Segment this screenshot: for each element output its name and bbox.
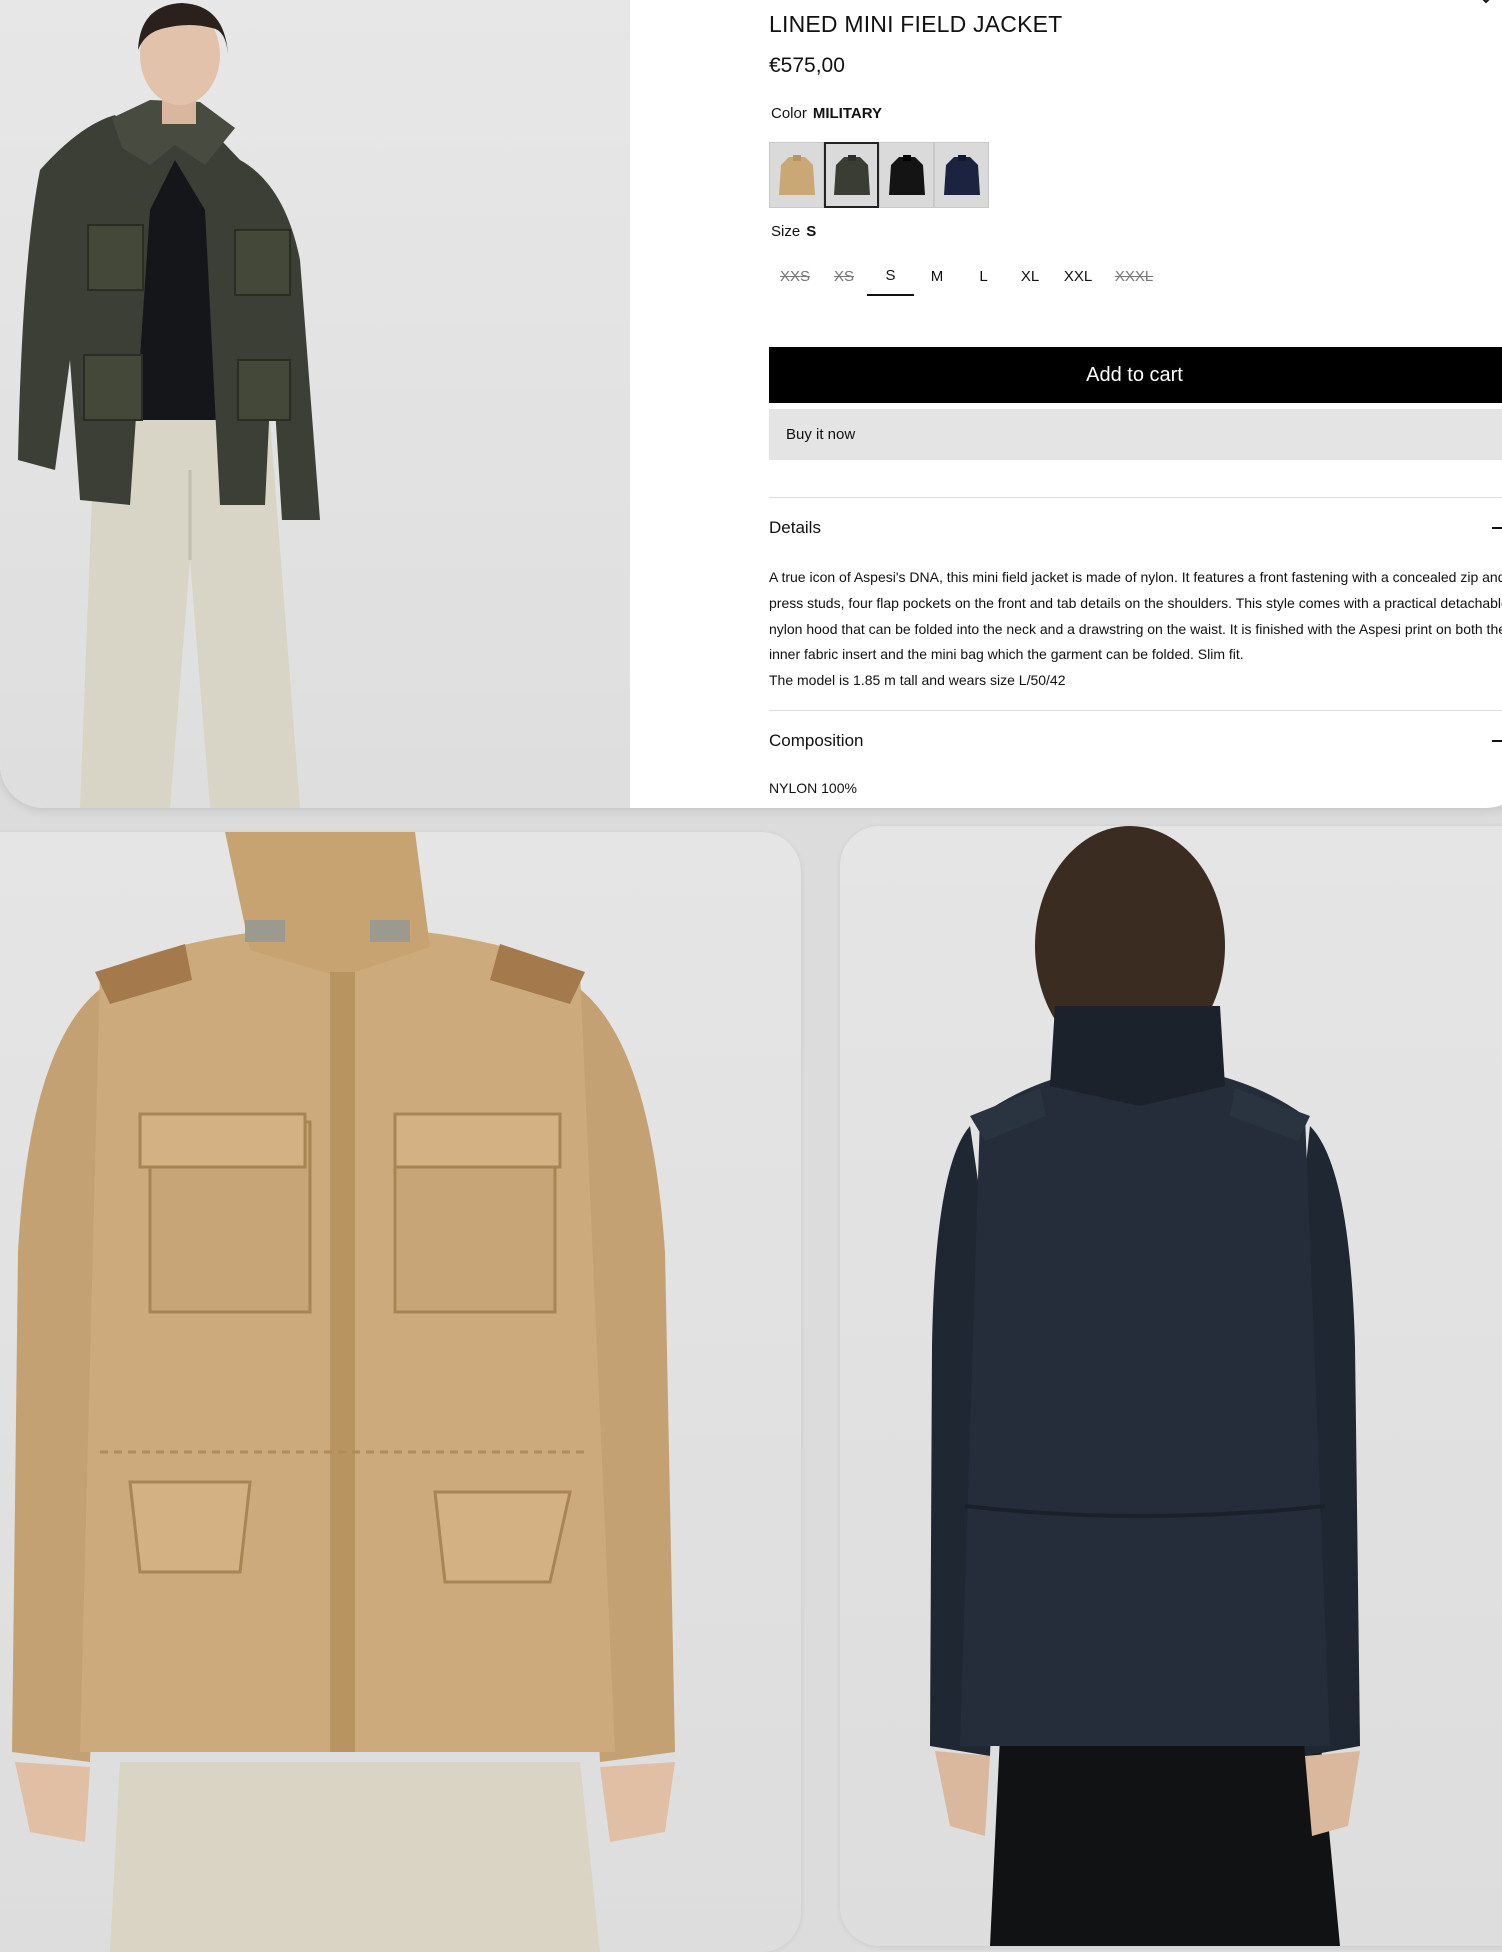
size-option-xxxl[interactable]: XXXL bbox=[1103, 256, 1165, 296]
divider bbox=[769, 497, 1502, 498]
color-swatch-military[interactable] bbox=[824, 142, 879, 208]
model-size-note: The model is 1.85 m tall and wears size … bbox=[769, 672, 1066, 689]
color-swatches bbox=[769, 142, 989, 208]
selected-color-name: MILITARY bbox=[812, 105, 883, 122]
gallery-photo-navy-back[interactable] bbox=[840, 826, 1502, 1946]
details-heading: Details bbox=[769, 518, 821, 537]
product-price: €575,00 bbox=[769, 54, 845, 77]
jacket-thumbnail-beige bbox=[778, 155, 815, 195]
buy-now-button[interactable]: Buy it now bbox=[769, 409, 1502, 460]
size-option-s[interactable]: S bbox=[867, 256, 914, 296]
details-description: A true icon of Aspesi's DNA, this mini f… bbox=[769, 565, 1502, 694]
size-option-xs[interactable]: XS bbox=[821, 256, 867, 296]
details-paragraph: A true icon of Aspesi's DNA, this mini f… bbox=[769, 569, 1502, 663]
product-title: LINED MINI FIELD JACKET bbox=[769, 11, 1063, 37]
size-option-xxl[interactable]: XXL bbox=[1053, 256, 1103, 296]
composition-heading: Composition bbox=[769, 731, 864, 750]
jacket-thumbnail-black bbox=[888, 155, 925, 195]
color-label: Color bbox=[771, 105, 807, 122]
model-military-jacket-illustration bbox=[18, 3, 320, 808]
composition-accordion-header[interactable]: Composition bbox=[769, 726, 1502, 756]
color-swatch-navy[interactable] bbox=[934, 142, 989, 208]
chevron-down-icon[interactable] bbox=[1478, 0, 1494, 8]
selected-size: S bbox=[806, 223, 817, 240]
color-swatch-black[interactable] bbox=[879, 142, 934, 208]
beige-jacket-front-illustration bbox=[12, 832, 675, 1952]
color-selector-label: Color MILITARY bbox=[771, 105, 882, 122]
product-card: LINED MINI FIELD JACKET €575,00 Color MIL… bbox=[0, 0, 1502, 808]
composition-value: NYLON 100% bbox=[769, 780, 857, 796]
jacket-thumbnail-navy bbox=[943, 155, 980, 195]
jacket-thumbnail-military bbox=[833, 155, 870, 195]
add-to-cart-button[interactable]: Add to cart bbox=[769, 347, 1502, 403]
divider bbox=[769, 710, 1502, 711]
navy-jacket-back-illustration bbox=[930, 826, 1360, 1946]
main-product-photo[interactable] bbox=[0, 0, 630, 808]
size-option-m[interactable]: M bbox=[914, 256, 960, 296]
color-swatch-beige[interactable] bbox=[769, 142, 824, 208]
details-accordion-header[interactable]: Details bbox=[769, 513, 1502, 543]
size-selector-label: Size S bbox=[771, 223, 816, 240]
collapse-minus-icon[interactable] bbox=[1492, 527, 1502, 529]
gallery-photo-beige-front[interactable] bbox=[0, 832, 801, 1952]
collapse-minus-icon[interactable] bbox=[1492, 740, 1502, 742]
size-label: Size bbox=[771, 223, 801, 240]
size-option-l[interactable]: L bbox=[960, 256, 1007, 296]
size-option-xxs[interactable]: XXS bbox=[769, 256, 821, 296]
size-options: XXS XS S M L XL XXL XXXL bbox=[769, 256, 1165, 296]
size-option-xl[interactable]: XL bbox=[1007, 256, 1053, 296]
